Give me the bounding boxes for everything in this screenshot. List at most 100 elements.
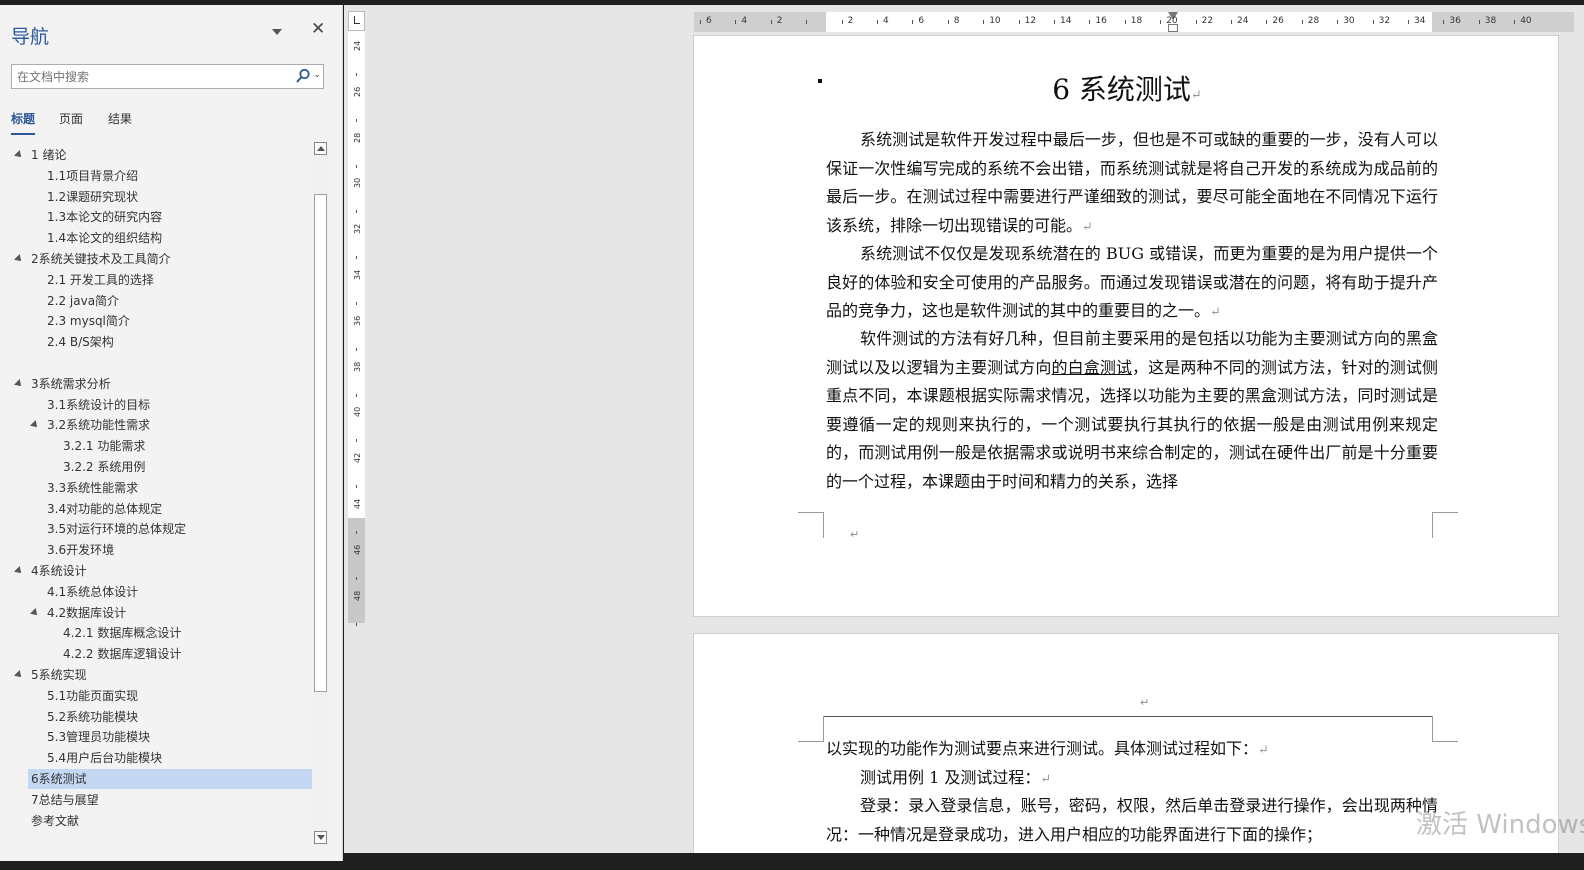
- tree-item-label: 5.1功能页面实现: [47, 688, 139, 703]
- tree-item[interactable]: 5.1功能页面实现: [0, 686, 312, 706]
- tree-item-label: 2.2 java简介: [47, 293, 120, 308]
- tree-item[interactable]: 1.1项目背景介绍: [0, 166, 312, 186]
- ruler-tick: [356, 256, 357, 260]
- tree-item[interactable]: 4系统设计: [0, 561, 312, 581]
- expand-triangle-icon[interactable]: [14, 670, 24, 680]
- ruler-tick: [877, 20, 878, 24]
- tree-item[interactable]: 3.1系统设计的目标: [0, 395, 312, 415]
- ruler-number: 46: [353, 544, 362, 555]
- nav-search-input[interactable]: [12, 65, 282, 88]
- expand-triangle-icon[interactable]: [30, 420, 40, 431]
- ruler-number: 8: [953, 16, 960, 26]
- ruler-number: 30: [1343, 16, 1355, 26]
- search-icon[interactable]: [295, 68, 311, 84]
- tree-item-label: 2.4 B/S架构: [47, 335, 114, 350]
- tree-item-label: 4.1系统总体设计: [47, 584, 139, 599]
- horizontal-ruler[interactable]: 6 4 2 2 4 6 8 10 12 14 16 18 20 22 24 26 28 30 32 34 36 38 40: [694, 12, 1574, 32]
- tree-item-label: 1.1项目背景介绍: [47, 168, 139, 183]
- tree-item[interactable]: 2.2 java简介: [0, 291, 312, 311]
- tree-item-label: 3.5对运行环境的总体规定: [47, 522, 187, 537]
- tree-item-label: 5系统实现: [31, 668, 87, 682]
- tab-pages[interactable]: 页面: [59, 110, 83, 127]
- expand-triangle-icon[interactable]: [14, 566, 24, 576]
- scroll-thumb[interactable]: [314, 194, 327, 692]
- tree-item-label: 1 绪论: [31, 148, 67, 162]
- ruler-number: 40: [353, 407, 362, 418]
- ruler-tick: [1266, 20, 1268, 24]
- tree-item[interactable]: 3系统需求分析: [0, 374, 312, 394]
- ruler-number: 36: [353, 315, 362, 326]
- tree-item-label: 参考文献: [31, 813, 80, 828]
- tree-item[interactable]: 4.2.2 数据库逻辑设计: [0, 644, 312, 664]
- tree-item[interactable]: 3.2系统功能性需求: [0, 415, 312, 435]
- ruler-tick: [356, 73, 357, 76]
- tree-item[interactable]: 1.2课题研究现状: [0, 187, 312, 207]
- section-heading[interactable]: 6 系统测试↵: [694, 68, 1560, 108]
- tree-item[interactable]: 1.4本论文的组织结构: [0, 228, 312, 248]
- tree-item-label: 4系统设计: [31, 564, 87, 578]
- ruler-tick: [1372, 20, 1374, 24]
- tree-item[interactable]: 3.4对功能的总体规定: [0, 499, 312, 519]
- tree-item[interactable]: 2.3 mysql简介: [0, 311, 312, 331]
- tree-item[interactable]: 5.3管理员功能模块: [0, 727, 312, 747]
- ruler-tick: [1054, 20, 1055, 24]
- page-corner-mark: [798, 512, 824, 538]
- expand-triangle-icon[interactable]: [14, 150, 24, 160]
- expand-triangle-icon[interactable]: [30, 607, 40, 618]
- nav-close-icon[interactable]: ✕: [311, 19, 325, 39]
- tree-item[interactable]: 3.2.2 系统用例: [0, 457, 312, 477]
- tree-item[interactable]: 5.2系统功能模块: [0, 707, 312, 727]
- tree-item-label: 1.4本论文的组织结构: [47, 231, 163, 246]
- tree-item[interactable]: 3.2.1 功能需求: [0, 436, 312, 456]
- tree-item[interactable]: 4.2数据库设计: [0, 603, 312, 623]
- body-paragraph[interactable]: 测试用例 1 及测试过程：↵: [826, 764, 1438, 795]
- tab-results[interactable]: 结果: [108, 110, 132, 127]
- tree-item[interactable]: 3.6开发环境: [0, 540, 312, 560]
- ruler-tick: [356, 302, 357, 305]
- nav-scrollbar[interactable]: [313, 142, 328, 845]
- search-options-chevron-icon[interactable]: ⌄: [313, 70, 321, 80]
- body-paragraph[interactable]: 以实现的功能作为测试要点来进行测试。具体测试过程如下：↵: [826, 735, 1438, 766]
- tree-item[interactable]: 2.4 B/S架构: [0, 332, 312, 352]
- body-paragraph[interactable]: 软件测试的方法有好几种，但目前主要采用的是包括以功能为主要测试方向的黑盒测试以及…: [826, 325, 1438, 496]
- body-paragraph[interactable]: 系统测试是软件开发过程中最后一步，但也是不可或缺的重要的一步，没有人可以保证一次…: [826, 126, 1438, 242]
- tree-item[interactable]: 7总结与展望: [0, 790, 312, 810]
- tree-item[interactable]: 4.1系统总体设计: [0, 582, 312, 602]
- tree-item[interactable]: 参考文献: [0, 811, 312, 831]
- tree-item-label: 1.2课题研究现状: [47, 189, 139, 204]
- tree-item[interactable]: 2.1 开发工具的选择: [0, 270, 312, 290]
- tree-item[interactable]: 4.2.1 数据库概念设计: [0, 623, 312, 643]
- ruler-tick: [841, 20, 843, 24]
- paragraph-mark: ↵: [1040, 772, 1052, 787]
- tab-headings[interactable]: 标题: [11, 110, 36, 135]
- ruler-tick: [806, 20, 808, 24]
- tree-item-label: 3.3系统性能需求: [47, 480, 139, 495]
- tree-item[interactable]: 3.5对运行环境的总体规定: [0, 519, 312, 539]
- tree-item-label: 3.1系统设计的目标: [47, 397, 151, 412]
- expand-triangle-icon[interactable]: [14, 254, 24, 264]
- tree-item-label: 3.2.1 功能需求: [63, 439, 146, 454]
- vertical-ruler[interactable]: 24 26 28 30 32 34 36 38 40 42 44 46 48: [348, 11, 365, 626]
- tree-item[interactable]: [0, 353, 312, 373]
- ruler-tick: [1408, 20, 1409, 24]
- tree-item[interactable]: 1.3本论文的研究内容: [0, 207, 312, 227]
- tree-item[interactable]: 3.3系统性能需求: [0, 478, 312, 498]
- scroll-down-button[interactable]: [314, 831, 327, 844]
- scroll-up-button[interactable]: [314, 142, 327, 155]
- nav-options-dropdown-icon[interactable]: [272, 29, 282, 35]
- document-page[interactable]: 6 系统测试↵ 系统测试是软件开发过程中最后一步，但也是不可或缺的重要的一步，没…: [693, 35, 1559, 617]
- tree-item[interactable]: 1 绪论: [0, 145, 312, 165]
- tree-item[interactable]: 6系统测试: [28, 769, 312, 789]
- tab-selector-icon[interactable]: [348, 11, 365, 31]
- tree-item[interactable]: 5.4用户后台功能模块: [0, 748, 312, 768]
- document-area[interactable]: 24 26 28 30 32 34 36 38 40 42 44 46 48 6 4 2 2 4 6 8 10 12 14…: [344, 5, 1584, 853]
- nav-search-box[interactable]: ⌄: [11, 64, 324, 89]
- tree-item[interactable]: 2系统关键技术及工具简介: [0, 249, 312, 269]
- ruler-tick: [1301, 20, 1303, 24]
- body-paragraph[interactable]: 系统测试不仅仅是发现系统潜在的 BUG 或错误，而更为重要的是为用户提供一个良好…: [826, 240, 1438, 328]
- ruler-number: 2: [847, 16, 854, 26]
- tree-item-label: 2.1 开发工具的选择: [47, 272, 154, 287]
- body-paragraph[interactable]: 登录：录入登录信息，账号，密码，权限，然后单击登录进行操作，会出现两种情况：一种…: [826, 792, 1438, 849]
- tree-item[interactable]: 5系统实现: [0, 665, 312, 685]
- expand-triangle-icon[interactable]: [14, 378, 24, 389]
